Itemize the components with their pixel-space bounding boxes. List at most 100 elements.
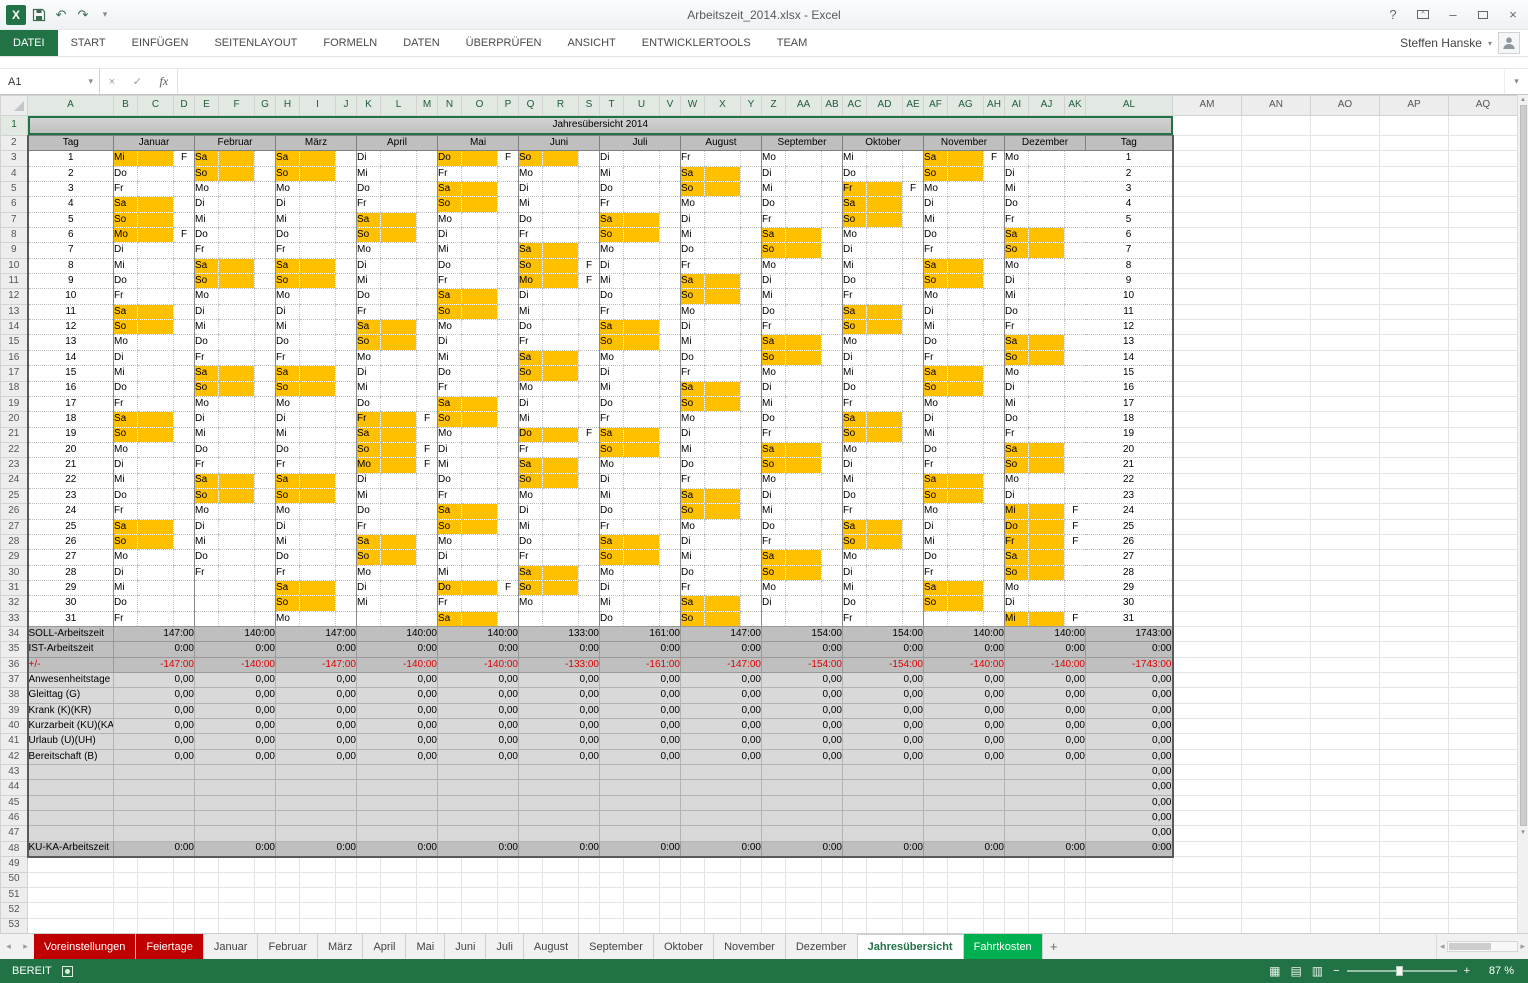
cell-Q27[interactable]: Mi [519,519,543,534]
cell-Q39[interactable]: 0,00 [519,703,600,718]
cell-Z4[interactable]: Di [762,166,786,181]
cell-M13[interactable] [417,304,438,319]
cell-Y30[interactable] [741,565,762,580]
cell-X27[interactable] [705,519,741,534]
cell-AC52[interactable] [843,903,867,918]
col-header-H[interactable]: H [276,96,300,116]
cell-K46[interactable] [357,811,438,826]
cell-B41[interactable]: 0,00 [114,734,195,749]
cell-S13[interactable] [579,304,600,319]
cell-W20[interactable]: Mo [681,412,705,427]
cell-H38[interactable]: 0,00 [276,688,357,703]
cell-G7[interactable] [255,212,276,227]
cell-K42[interactable]: 0,00 [357,749,438,764]
cell-L52[interactable] [381,903,417,918]
cell-I12[interactable] [300,289,336,304]
cell-T12[interactable]: Do [600,289,624,304]
row-header-11[interactable]: 11 [1,274,28,289]
cell-AA8[interactable] [786,228,822,243]
cell-AF50[interactable] [924,872,948,887]
cell-G29[interactable] [255,550,276,565]
cell-N6[interactable]: So [438,197,462,212]
col-header-B[interactable]: B [114,96,138,116]
cell-B47[interactable] [114,826,195,841]
cell-J53[interactable] [336,918,357,933]
cell-AI24[interactable]: Mo [1005,473,1029,488]
cell-E13[interactable]: Di [195,304,219,319]
cell-AM37[interactable] [1173,673,1242,688]
cell-F17[interactable] [219,366,255,381]
row-header-34[interactable]: 34 [1,627,28,642]
cell-O20[interactable] [462,412,498,427]
cell-R24[interactable] [543,473,579,488]
cell-AE4[interactable] [903,166,924,181]
cell-J17[interactable] [336,366,357,381]
cell-V23[interactable] [660,458,681,473]
cell-AI35[interactable]: 0:00 [1005,642,1086,657]
cell-K7[interactable]: Sa [357,212,381,227]
cell-A22[interactable]: 20 [28,442,114,457]
cell-T53[interactable] [600,918,624,933]
cell-AN52[interactable] [1242,903,1311,918]
cell-AF13[interactable]: Di [924,304,948,319]
cell-B30[interactable]: Di [114,565,138,580]
cell-AM5[interactable] [1173,182,1242,197]
cell-J15[interactable] [336,335,357,350]
cell-AJ17[interactable] [1029,366,1065,381]
cell-W40[interactable]: 0,00 [681,719,762,734]
cell-AI50[interactable] [1005,872,1029,887]
cell-AP10[interactable] [1380,258,1449,273]
cell-J21[interactable] [336,427,357,442]
cell-N13[interactable]: So [438,304,462,319]
cell-R26[interactable] [543,504,579,519]
cell-H15[interactable]: Do [276,335,300,350]
cell-H26[interactable]: Mo [276,504,300,519]
cell-AN13[interactable] [1242,304,1311,319]
row-header-26[interactable]: 26 [1,504,28,519]
cell-T26[interactable]: Do [600,504,624,519]
cell-Y29[interactable] [741,550,762,565]
cell-Z40[interactable]: 0,00 [762,719,843,734]
cell-X25[interactable] [705,488,741,503]
cell-AL51[interactable] [1086,887,1173,902]
cell-F4[interactable] [219,166,255,181]
cell-AA17[interactable] [786,366,822,381]
cell-K36[interactable]: -140:00 [357,657,438,672]
cell-B21[interactable]: So [114,427,138,442]
cell-F26[interactable] [219,504,255,519]
cell-AA49[interactable] [786,857,822,872]
cell-O8[interactable] [462,228,498,243]
cell-AI27[interactable]: Do [1005,519,1029,534]
col-header-F[interactable]: F [219,96,255,116]
cell-F22[interactable] [219,442,255,457]
cell-N36[interactable]: -140:00 [438,657,519,672]
cell-AI9[interactable]: So [1005,243,1029,258]
cell-AJ52[interactable] [1029,903,1065,918]
cell-AK21[interactable] [1065,427,1086,442]
cell-AQ1[interactable] [1449,116,1518,136]
cell-J31[interactable] [336,580,357,595]
ribbon-tab-formeln[interactable]: FORMELN [310,30,390,56]
cell-T22[interactable]: So [600,442,624,457]
cell-AO16[interactable] [1311,350,1380,365]
cell-AA26[interactable] [786,504,822,519]
cell-AI30[interactable]: So [1005,565,1029,580]
cell-U5[interactable] [624,182,660,197]
cell-F30[interactable] [219,565,255,580]
cell-E36[interactable]: -140:00 [195,657,276,672]
cell-AQ28[interactable] [1449,534,1518,549]
cell-AP31[interactable] [1380,580,1449,595]
cell-D20[interactable] [174,412,195,427]
cell-G16[interactable] [255,350,276,365]
cell-G5[interactable] [255,182,276,197]
cell-T29[interactable]: So [600,550,624,565]
cell-AQ33[interactable] [1449,611,1518,626]
cell-J7[interactable] [336,212,357,227]
cell-W47[interactable] [681,826,762,841]
cell-AO47[interactable] [1311,826,1380,841]
cell-Y16[interactable] [741,350,762,365]
cell-Z14[interactable]: Fr [762,320,786,335]
cell-W39[interactable]: 0,00 [681,703,762,718]
cell-U14[interactable] [624,320,660,335]
cell-P10[interactable] [498,258,519,273]
